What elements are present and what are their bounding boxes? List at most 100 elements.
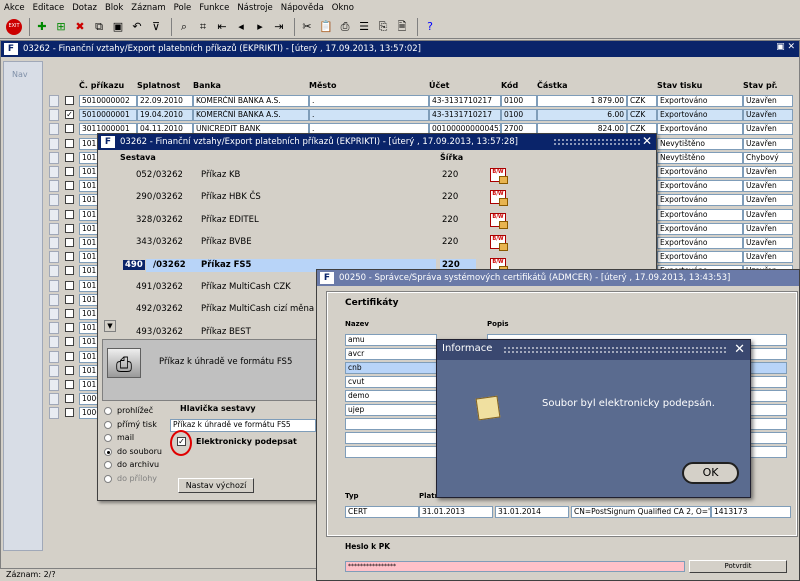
- scroll-down-icon[interactable]: ▼: [104, 320, 116, 332]
- info-titlebar[interactable]: Informace ✕: [437, 340, 750, 360]
- row-checkbox[interactable]: [65, 138, 74, 148]
- nav-label[interactable]: Nav: [12, 70, 28, 79]
- cell-cur[interactable]: CZK: [627, 95, 657, 107]
- confirm-button[interactable]: Potvrdit: [689, 560, 787, 573]
- print-icon[interactable]: ⎙: [337, 19, 353, 35]
- row-selector[interactable]: [49, 208, 59, 221]
- cell-print[interactable]: Exportováno: [657, 109, 743, 122]
- sign-checkbox[interactable]: ✓: [177, 437, 186, 446]
- cell-amount[interactable]: 6.00: [537, 109, 627, 122]
- header-input[interactable]: Příkaz k úhradě ve formátu FS5: [170, 419, 316, 432]
- pdf-icon[interactable]: B/W: [490, 168, 508, 184]
- report-row[interactable]: 290/03262 Příkaz HBK ČS 220 B/W: [98, 190, 518, 207]
- cell-state[interactable]: Uzavřen: [743, 137, 793, 150]
- cell-state[interactable]: Uzavřen: [743, 237, 793, 249]
- next-record-icon[interactable]: ▸: [252, 19, 268, 35]
- first-record-icon[interactable]: ⇤: [214, 19, 230, 35]
- cell-code[interactable]: 0100: [501, 95, 537, 107]
- output-radio[interactable]: [104, 474, 112, 483]
- row-checkbox[interactable]: [65, 309, 74, 318]
- cert-valid-to[interactable]: 31.01.2014: [495, 506, 569, 518]
- pdf-icon[interactable]: B/W: [490, 212, 508, 229]
- cell-date[interactable]: 19.04.2010: [137, 109, 193, 122]
- row-checkbox[interactable]: [65, 167, 74, 176]
- cell-code[interactable]: 0100: [501, 109, 537, 122]
- exit-icon[interactable]: EXIT: [6, 18, 22, 35]
- cell-num[interactable]: 5010000002: [79, 95, 137, 107]
- window-controls[interactable]: ▣ ✕: [776, 42, 795, 52]
- row-checkbox[interactable]: [65, 323, 74, 333]
- cell-print[interactable]: Exportováno: [657, 251, 743, 264]
- cell-city[interactable]: .: [309, 109, 429, 122]
- insert-icon[interactable]: ⊞: [53, 19, 69, 35]
- password-input[interactable]: ****************: [345, 561, 685, 572]
- cell-state[interactable]: Uzavřen: [743, 109, 793, 122]
- row-checkbox[interactable]: [65, 351, 74, 361]
- menu-item-0[interactable]: Akce: [4, 3, 25, 13]
- output-radio[interactable]: [104, 434, 112, 442]
- menu-item-5[interactable]: Pole: [174, 3, 192, 13]
- row-checkbox[interactable]: [65, 266, 74, 276]
- close-icon[interactable]: ✕: [734, 342, 745, 357]
- cert-name-cell[interactable]: avcr: [345, 348, 437, 360]
- row-selector[interactable]: [49, 407, 59, 420]
- cell-print[interactable]: Exportováno: [657, 180, 743, 193]
- row-selector[interactable]: [49, 251, 59, 264]
- row-selector[interactable]: [49, 308, 59, 320]
- row-checkbox[interactable]: [65, 394, 74, 404]
- filter-icon[interactable]: ⊽: [148, 19, 164, 35]
- cert-number[interactable]: 1413173: [711, 506, 791, 518]
- cell-state[interactable]: Uzavřen: [743, 180, 793, 193]
- cell-print[interactable]: Exportováno: [657, 208, 743, 221]
- delete-icon[interactable]: ✖: [72, 19, 88, 35]
- cell-state[interactable]: Chybový: [743, 151, 793, 164]
- report-row[interactable]: 052/03262 Příkaz KB 220 B/W: [98, 168, 518, 184]
- main-window-titlebar[interactable]: F 03262 - Finanční vztahy/Export platebn…: [1, 41, 799, 57]
- menu-item-8[interactable]: Nápověda: [281, 3, 324, 13]
- execute-query-icon[interactable]: ⌗: [195, 19, 211, 35]
- row-selector[interactable]: [49, 180, 59, 193]
- row-checkbox[interactable]: [65, 238, 74, 247]
- row-selector[interactable]: [49, 151, 59, 164]
- query-icon[interactable]: ⌕: [176, 19, 192, 35]
- row-checkbox[interactable]: [65, 365, 74, 375]
- row-checkbox[interactable]: [65, 337, 74, 347]
- cert-valid-from[interactable]: 31.01.2013: [419, 506, 493, 518]
- row-checkbox[interactable]: [65, 195, 74, 205]
- document-icon[interactable]: 🗎: [394, 19, 410, 35]
- output-radio[interactable]: [104, 420, 112, 429]
- save-icon[interactable]: ▣: [110, 19, 126, 35]
- cell-amount[interactable]: 1 879.00: [537, 95, 627, 107]
- cell-print[interactable]: Nevytištěno: [657, 137, 743, 150]
- cert-name-cell[interactable]: amu: [345, 334, 437, 346]
- row-selector[interactable]: [49, 336, 59, 349]
- copy-icon[interactable]: ⧉: [91, 19, 107, 35]
- row-checkbox[interactable]: [65, 209, 74, 219]
- cell-num[interactable]: 5010000001: [79, 109, 137, 122]
- cert-name-cell[interactable]: cnb: [345, 362, 437, 374]
- cell-bank[interactable]: KOMERČNÍ BANKA A.S.: [193, 109, 309, 122]
- report-dialog-titlebar[interactable]: F 03262 - Finanční vztahy/Export platebn…: [98, 134, 656, 150]
- list-icon[interactable]: ☰: [356, 19, 372, 35]
- cell-state[interactable]: Uzavřen: [743, 194, 793, 207]
- cert-name-cell[interactable]: demo: [345, 390, 437, 402]
- output-radio[interactable]: [104, 407, 112, 415]
- row-selector[interactable]: [49, 166, 59, 178]
- row-selector[interactable]: [49, 279, 59, 292]
- cell-bank[interactable]: KOMERČNÍ BANKA A.S.: [193, 95, 309, 107]
- menu-item-4[interactable]: Záznam: [131, 3, 165, 13]
- paste-icon[interactable]: 📋: [318, 19, 334, 35]
- report-row[interactable]: 328/03262 Příkaz EDITEL 220 B/W: [98, 212, 518, 229]
- menu-item-6[interactable]: Funkce: [199, 3, 229, 13]
- report-row[interactable]: 343/03262 Příkaz BVBE 220 B/W: [98, 235, 518, 252]
- row-checkbox[interactable]: [65, 280, 74, 290]
- menu-item-1[interactable]: Editace: [33, 3, 65, 13]
- last-record-icon[interactable]: ⇥: [271, 19, 287, 35]
- attach-icon[interactable]: ⎘: [375, 19, 391, 35]
- row-selector[interactable]: [49, 237, 59, 249]
- cert-type[interactable]: CERT: [345, 506, 419, 518]
- row-checkbox[interactable]: [65, 152, 74, 162]
- cell-print[interactable]: Nevytištěno: [657, 151, 743, 164]
- cell-print[interactable]: Exportováno: [657, 222, 743, 235]
- cell-state[interactable]: Uzavřen: [743, 222, 793, 235]
